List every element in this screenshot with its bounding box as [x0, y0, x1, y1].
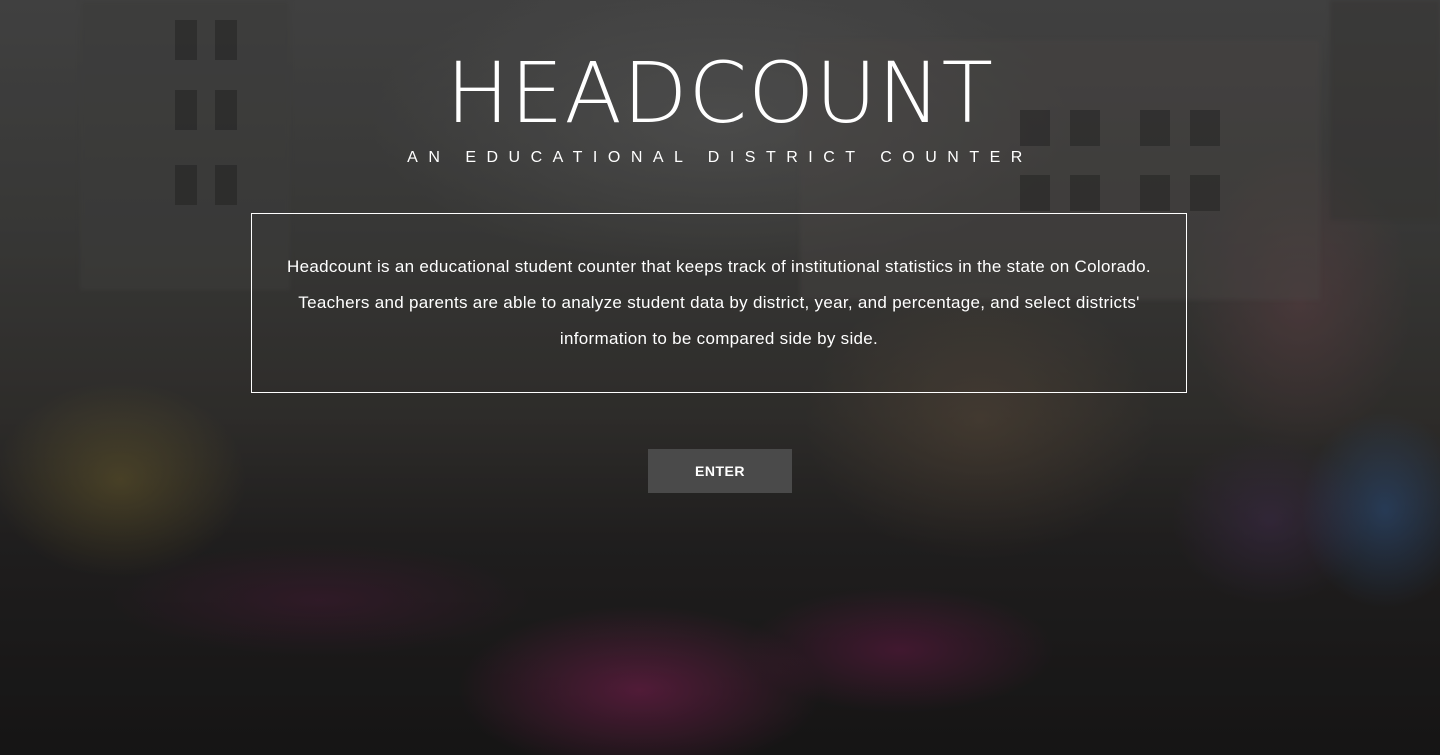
site-title: HEADCOUNT [446, 44, 994, 142]
site-subtitle: AN EDUCATIONAL DISTRICT COUNTER [407, 149, 1033, 166]
landing-hero: HEADCOUNT AN EDUCATIONAL DISTRICT COUNTE… [0, 0, 1440, 755]
description-box: Headcount is an educational student coun… [251, 213, 1187, 393]
description-text: Headcount is an educational student coun… [287, 257, 1151, 348]
enter-button[interactable]: ENTER [648, 449, 792, 493]
